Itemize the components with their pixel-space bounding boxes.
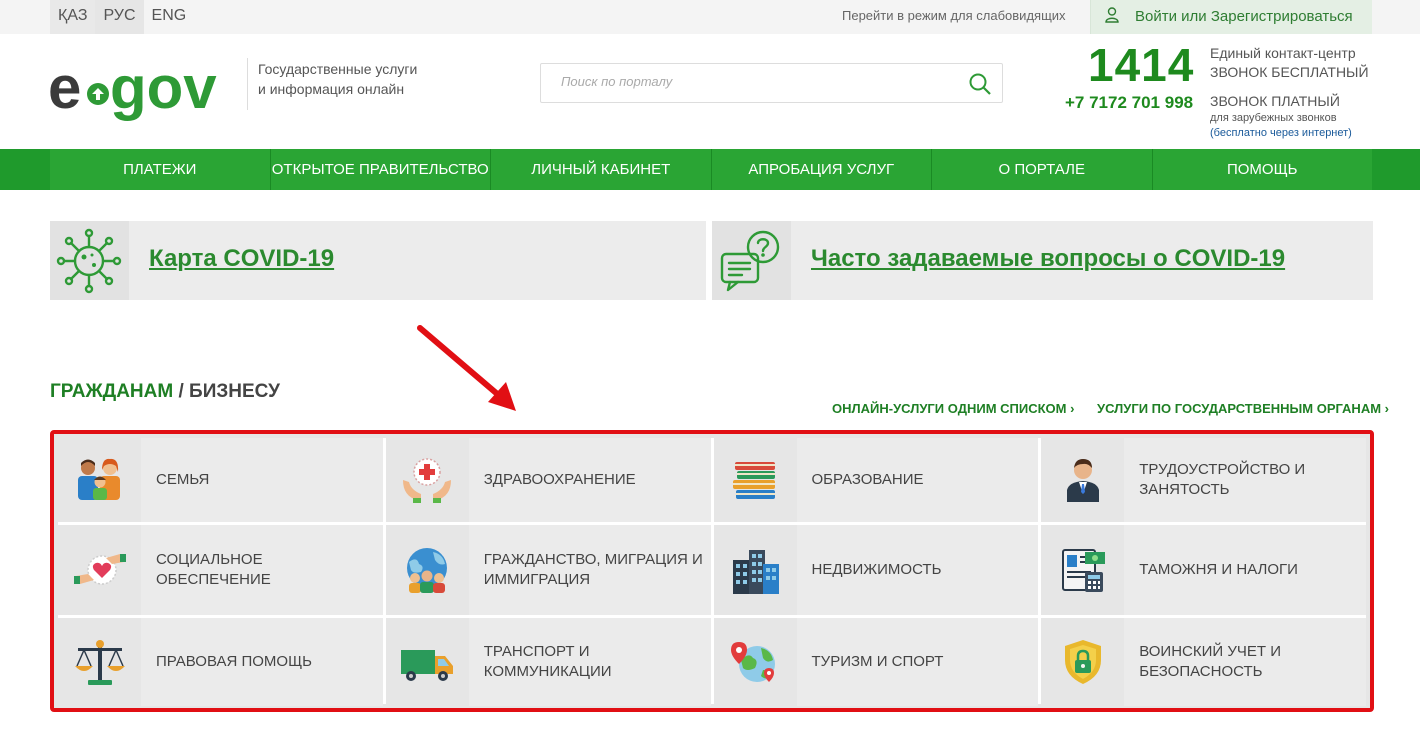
contact-center-info: Единый контакт-центр ЗВОНОК БЕСПЛАТНЫЙ xyxy=(1210,44,1369,82)
lang-eng[interactable]: ENG xyxy=(144,0,195,34)
covid-faq-link[interactable]: Часто задаваемые вопросы о COVID-19 xyxy=(811,245,1285,273)
language-switcher: ҚАЗ РУС ENG xyxy=(50,0,194,34)
category-real-estate[interactable]: НЕДВИЖИМОСТЬ xyxy=(713,525,1039,615)
category-military-security[interactable]: ВОИНСКИЙ УЧЕТ И БЕЗОПАСНОСТЬ xyxy=(1041,618,1366,706)
virus-icon xyxy=(56,228,122,294)
search-box xyxy=(540,63,1003,103)
free-internet-link[interactable]: (бесплатно через интернет) xyxy=(1210,127,1352,139)
nav-help[interactable]: ПОМОЩЬ xyxy=(1153,149,1373,190)
banner-icon-box xyxy=(50,221,129,300)
category-label: ОБРАЗОВАНИЕ xyxy=(811,471,924,488)
nav-service-testing[interactable]: АПРОБАЦИЯ УСЛУГ xyxy=(712,149,932,190)
books-icon xyxy=(733,462,775,499)
paid-phone-number[interactable]: +7 7172 701 998 xyxy=(1065,93,1193,113)
category-label: НЕДВИЖИМОСТЬ xyxy=(811,561,942,578)
question-chat-icon xyxy=(720,230,780,292)
category-label: ВОИНСКИЙ УЧЕТ И БЕЗОПАСНОСТЬ xyxy=(1139,643,1281,680)
category-label: ТРАНСПОРТ И КОММУНИКАЦИИ xyxy=(483,643,612,680)
category-tourism-sport[interactable]: ТУРИЗМ И СПОРТ xyxy=(713,618,1039,706)
paid-call-label: ЗВОНОК ПЛАТНЫЙ xyxy=(1210,93,1340,109)
nav-personal-account[interactable]: ЛИЧНЫЙ КАБИНЕТ xyxy=(491,149,712,190)
tax-document-icon xyxy=(1061,549,1105,592)
login-register-label: Войти или Зарегистрироваться xyxy=(1135,8,1353,25)
category-label: СЕМЬЯ xyxy=(156,471,210,488)
category-grid: СЕМЬЯ ЗДРАВООХРАНЕНИЕ ОБРАЗОВАНИЕ ТРУДОУ… xyxy=(58,438,1366,706)
red-arrow-annotation xyxy=(417,325,516,411)
tab-citizens[interactable]: ГРАЖДАНАМ xyxy=(50,381,173,402)
lang-kaz[interactable]: ҚАЗ xyxy=(50,0,96,34)
category-grid-highlight: СЕМЬЯ ЗДРАВООХРАНЕНИЕ ОБРАЗОВАНИЕ ТРУДОУ… xyxy=(50,430,1374,712)
category-social-security[interactable]: СОЦИАЛЬНОЕ ОБЕСПЕЧЕНИЕ xyxy=(58,525,383,615)
category-healthcare[interactable]: ЗДРАВООХРАНЕНИЕ xyxy=(385,438,711,522)
logo-divider xyxy=(247,58,248,110)
category-label: ГРАЖДАНСТВО, МИГРАЦИЯ И ИММИГРАЦИЯ xyxy=(483,551,703,588)
category-label: СОЦИАЛЬНОЕ ОБЕСПЕЧЕНИЕ xyxy=(156,551,271,588)
covid-map-link[interactable]: Карта COVID-19 xyxy=(149,245,334,273)
svg-text:gov: gov xyxy=(110,54,217,121)
login-register-button[interactable]: Войти или Зарегистрироваться xyxy=(1090,0,1372,34)
tab-business[interactable]: БИЗНЕСУ xyxy=(189,381,280,402)
nav-about-portal[interactable]: О ПОРТАЛЕ xyxy=(932,149,1153,190)
buildings-icon xyxy=(733,550,779,594)
worker-icon xyxy=(1066,459,1099,502)
tagline-line-1: Государственные услуги xyxy=(258,61,418,77)
shield-lock-icon xyxy=(1064,640,1101,684)
user-icon xyxy=(1105,7,1119,23)
lang-rus[interactable]: РУС xyxy=(95,0,144,34)
banner-icon-box xyxy=(712,221,791,300)
egov-logo[interactable]: e gov xyxy=(48,52,243,122)
category-education[interactable]: ОБРАЗОВАНИЕ xyxy=(713,438,1039,522)
category-label: ПРАВОВАЯ ПОМОЩЬ xyxy=(156,653,312,670)
tagline: Государственные услуги и информация онла… xyxy=(258,59,417,99)
globe-pins-icon xyxy=(731,642,775,682)
services-by-agency-link[interactable]: УСЛУГИ ПО ГОСУДАРСТВЕННЫМ ОРГАНАМ › xyxy=(1097,401,1389,416)
nav-payments[interactable]: ПЛАТЕЖИ xyxy=(50,149,271,190)
search-input[interactable] xyxy=(561,74,941,89)
category-label: ТУРИЗМ И СПОРТ xyxy=(811,653,944,670)
tagline-line-2: и информация онлайн xyxy=(258,81,405,97)
category-label: ТРУДОУСТРОЙСТВО И ЗАНЯТОСТЬ xyxy=(1139,461,1306,498)
category-citizenship-migration[interactable]: ГРАЖДАНСТВО, МИГРАЦИЯ И ИММИГРАЦИЯ xyxy=(385,525,711,615)
section-title: ГРАЖДАНАМ / БИЗНЕСУ xyxy=(50,381,280,403)
contact-center-label: Единый контакт-центр xyxy=(1210,45,1356,61)
covid-map-banner[interactable]: Карта COVID-19 xyxy=(50,221,706,300)
healthcare-icon xyxy=(403,458,452,503)
family-icon xyxy=(77,458,120,500)
category-customs-taxes[interactable]: ТАМОЖНЯ И НАЛОГИ xyxy=(1041,525,1366,615)
category-transport[interactable]: ТРАНСПОРТ И КОММУНИКАЦИИ xyxy=(385,618,711,706)
globe-people-icon xyxy=(407,548,448,593)
search-icon[interactable] xyxy=(968,72,992,96)
heart-hands-icon xyxy=(73,554,126,585)
svg-text:e: e xyxy=(48,54,81,121)
top-bar: ҚАЗ РУС ENG Перейти в режим для слабовид… xyxy=(0,0,1420,34)
nav-open-government[interactable]: ОТКРЫТОЕ ПРАВИТЕЛЬСТВО xyxy=(271,149,491,190)
foreign-calls-label: для зарубежных звонков xyxy=(1210,112,1337,124)
header: e gov Государственные услуги и информаци… xyxy=(0,34,1420,149)
contact-center-number[interactable]: 1414 xyxy=(1088,38,1194,92)
title-separator: / xyxy=(173,381,190,402)
category-label: ТАМОЖНЯ И НАЛОГИ xyxy=(1139,561,1298,578)
scales-icon xyxy=(74,640,125,685)
accessibility-mode-link[interactable]: Перейти в режим для слабовидящих xyxy=(842,8,1066,23)
category-employment[interactable]: ТРУДОУСТРОЙСТВО И ЗАНЯТОСТЬ xyxy=(1041,438,1366,522)
category-family[interactable]: СЕМЬЯ xyxy=(58,438,383,522)
covid-faq-banner[interactable]: Часто задаваемые вопросы о COVID-19 xyxy=(712,221,1373,300)
truck-icon xyxy=(401,650,454,681)
free-call-label: ЗВОНОК БЕСПЛАТНЫЙ xyxy=(1210,64,1369,80)
main-nav: ПЛАТЕЖИ ОТКРЫТОЕ ПРАВИТЕЛЬСТВО ЛИЧНЫЙ КА… xyxy=(0,149,1420,190)
category-legal-aid[interactable]: ПРАВОВАЯ ПОМОЩЬ xyxy=(58,618,383,706)
online-services-list-link[interactable]: ОНЛАЙН-УСЛУГИ ОДНИМ СПИСКОМ › xyxy=(832,401,1074,416)
category-label: ЗДРАВООХРАНЕНИЕ xyxy=(483,471,636,488)
